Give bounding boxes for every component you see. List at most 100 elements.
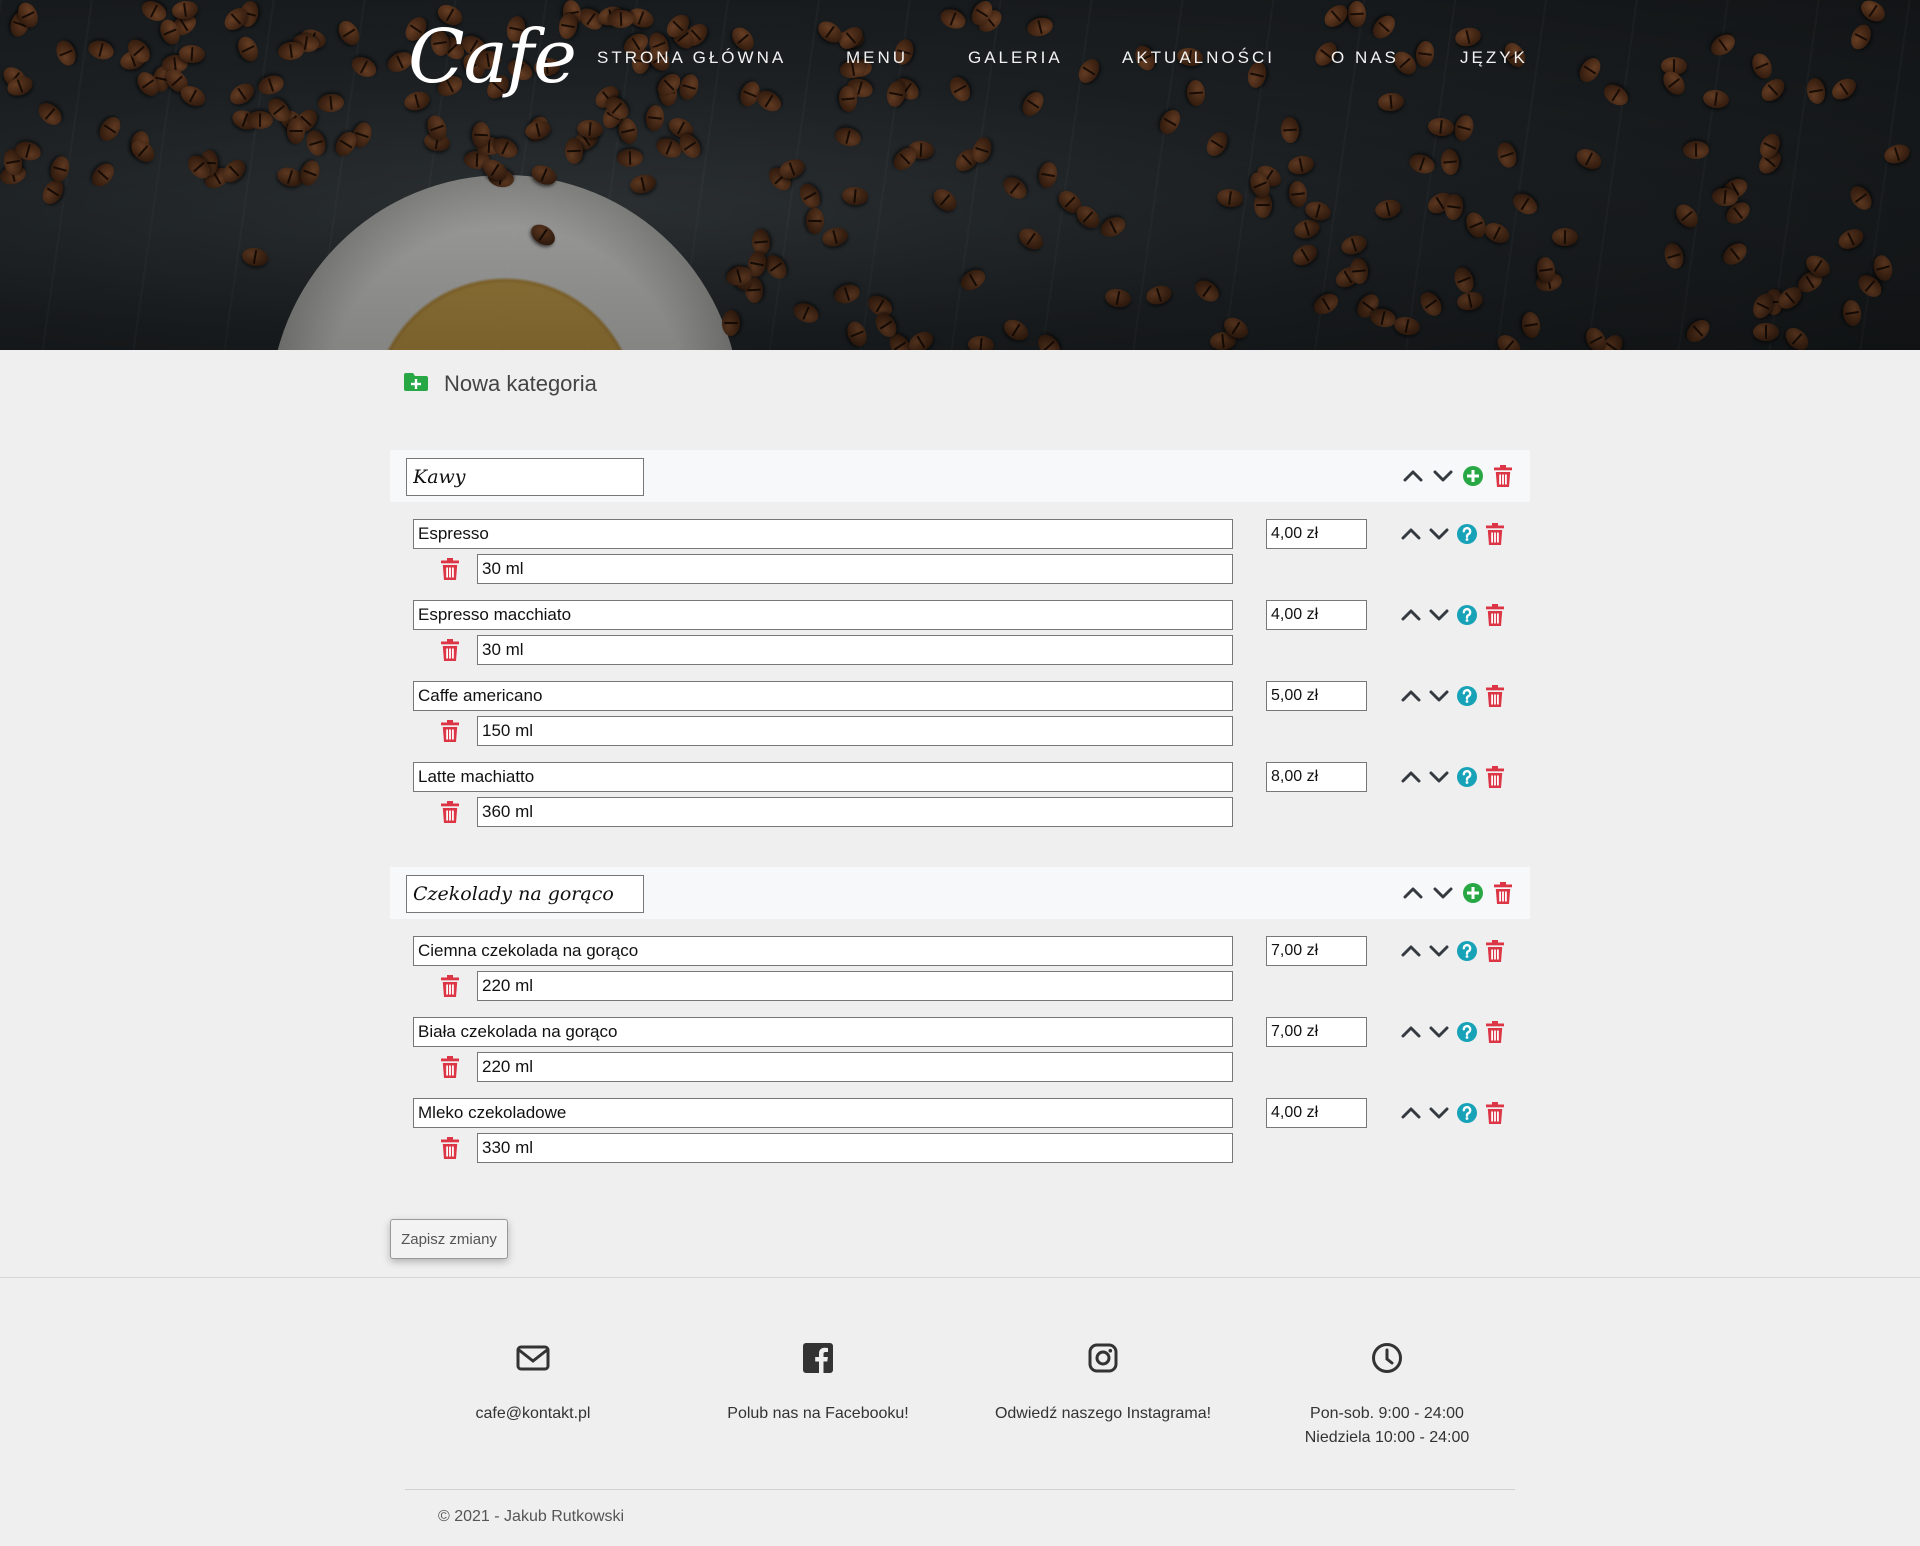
trash-icon[interactable] <box>1482 764 1508 790</box>
chevron-down-icon[interactable] <box>1426 1100 1452 1126</box>
item-description-input[interactable] <box>477 635 1233 665</box>
facebook-icon[interactable] <box>678 1338 958 1378</box>
item-name-input[interactable] <box>413 600 1233 630</box>
trash-icon[interactable] <box>437 1054 463 1080</box>
chevron-up-icon[interactable] <box>1398 1100 1424 1126</box>
item-price-input[interactable] <box>1266 600 1367 630</box>
hours-weekdays: Pon-sob. 9:00 - 24:00 <box>1310 1405 1464 1422</box>
save-changes-button[interactable]: Zapisz zmiany <box>390 1219 508 1259</box>
trash-icon[interactable] <box>1482 521 1508 547</box>
chevron-down-icon[interactable] <box>1426 1019 1452 1045</box>
nav-gallery[interactable]: GALERIA <box>968 48 1063 68</box>
chevron-down-icon[interactable] <box>1426 683 1452 709</box>
hours-sunday: Niedziela 10:00 - 24:00 <box>1304 1429 1470 1446</box>
item-description-input[interactable] <box>477 971 1233 1001</box>
trash-icon[interactable] <box>437 1135 463 1161</box>
trash-icon[interactable] <box>1490 463 1516 489</box>
new-category-button[interactable]: Nowa kategoria <box>404 368 597 400</box>
footer-divider <box>0 1277 1920 1278</box>
nav-about[interactable]: O NAS <box>1331 48 1399 68</box>
trash-icon[interactable] <box>1490 880 1516 906</box>
item-name-input[interactable] <box>413 1017 1233 1047</box>
item-actions <box>1398 521 1508 547</box>
item-name-input[interactable] <box>413 1098 1233 1128</box>
trash-icon[interactable] <box>1482 683 1508 709</box>
item-name-input[interactable] <box>413 762 1233 792</box>
main-nav: STRONA GŁÓWNA MENU GALERIA AKTUALNOŚCI O… <box>0 48 1920 72</box>
copyright: © 2021 - Jakub Rutkowski <box>438 1508 625 1525</box>
item-description-input[interactable] <box>477 716 1233 746</box>
item-price-input[interactable] <box>1266 519 1367 549</box>
trash-icon[interactable] <box>437 973 463 999</box>
instagram-icon[interactable] <box>963 1338 1243 1378</box>
item-actions <box>1398 938 1508 964</box>
nav-menu[interactable]: MENU <box>846 48 908 68</box>
footer-hours-text: Pon-sob. 9:00 - 24:00 Niedziela 10:00 - … <box>1247 1402 1527 1450</box>
chevron-up-icon[interactable] <box>1398 938 1424 964</box>
question-circle-icon[interactable] <box>1454 602 1480 628</box>
chevron-down-icon[interactable] <box>1426 764 1452 790</box>
trash-icon[interactable] <box>437 637 463 663</box>
item-name-input[interactable] <box>413 519 1233 549</box>
nav-language[interactable]: JĘZYK <box>1460 48 1528 68</box>
trash-icon[interactable] <box>437 556 463 582</box>
item-description-input[interactable] <box>477 1052 1233 1082</box>
folder-plus-icon <box>404 372 428 396</box>
item-price-input[interactable] <box>1266 1017 1367 1047</box>
copyright-divider <box>405 1489 1515 1490</box>
category-header <box>390 867 1530 919</box>
chevron-up-icon[interactable] <box>1398 683 1424 709</box>
trash-icon[interactable] <box>1482 1019 1508 1045</box>
item-name-input[interactable] <box>413 681 1233 711</box>
footer-instagram: Odwiedź naszego Instagrama! <box>963 1338 1243 1426</box>
question-circle-icon[interactable] <box>1454 1019 1480 1045</box>
category-header <box>390 450 1530 502</box>
chevron-down-icon[interactable] <box>1426 602 1452 628</box>
item-price-input[interactable] <box>1266 762 1367 792</box>
footer-email-text[interactable]: cafe@kontakt.pl <box>393 1402 673 1426</box>
chevron-up-icon[interactable] <box>1400 463 1426 489</box>
item-price-input[interactable] <box>1266 936 1367 966</box>
new-category-label: Nowa kategoria <box>444 371 597 396</box>
chevron-down-icon[interactable] <box>1430 880 1456 906</box>
trash-icon[interactable] <box>1482 938 1508 964</box>
item-actions <box>1398 602 1508 628</box>
chevron-up-icon[interactable] <box>1398 602 1424 628</box>
plus-circle-icon[interactable] <box>1460 463 1486 489</box>
footer-hours: Pon-sob. 9:00 - 24:00 Niedziela 10:00 - … <box>1247 1338 1527 1450</box>
chevron-up-icon[interactable] <box>1400 880 1426 906</box>
question-circle-icon[interactable] <box>1454 764 1480 790</box>
footer-instagram-text[interactable]: Odwiedź naszego Instagrama! <box>963 1402 1243 1426</box>
trash-icon[interactable] <box>1482 602 1508 628</box>
chevron-down-icon[interactable] <box>1426 521 1452 547</box>
question-circle-icon[interactable] <box>1454 938 1480 964</box>
chevron-up-icon[interactable] <box>1398 1019 1424 1045</box>
trash-icon[interactable] <box>437 718 463 744</box>
question-circle-icon[interactable] <box>1454 521 1480 547</box>
trash-icon[interactable] <box>1482 1100 1508 1126</box>
item-description-input[interactable] <box>477 1133 1233 1163</box>
item-price-input[interactable] <box>1266 1098 1367 1128</box>
trash-icon[interactable] <box>437 799 463 825</box>
nav-news[interactable]: AKTUALNOŚCI <box>1122 48 1275 68</box>
nav-home[interactable]: STRONA GŁÓWNA <box>597 48 786 68</box>
question-circle-icon[interactable] <box>1454 683 1480 709</box>
item-description-input[interactable] <box>477 554 1233 584</box>
chevron-up-icon[interactable] <box>1398 521 1424 547</box>
item-description-input[interactable] <box>477 797 1233 827</box>
chevron-up-icon[interactable] <box>1398 764 1424 790</box>
item-name-input[interactable] <box>413 936 1233 966</box>
chevron-down-icon[interactable] <box>1426 938 1452 964</box>
category-name-input[interactable] <box>406 875 644 913</box>
category-name-input[interactable] <box>406 458 644 496</box>
chevron-down-icon[interactable] <box>1430 463 1456 489</box>
category-actions <box>1400 880 1516 906</box>
hero-banner: Cafe STRONA GŁÓWNA MENU GALERIA AKTUALNO… <box>0 0 1920 350</box>
question-circle-icon[interactable] <box>1454 1100 1480 1126</box>
category-actions <box>1400 463 1516 489</box>
item-actions <box>1398 764 1508 790</box>
footer-facebook-text[interactable]: Polub nas na Facebooku! <box>678 1402 958 1426</box>
footer-email: cafe@kontakt.pl <box>393 1338 673 1426</box>
plus-circle-icon[interactable] <box>1460 880 1486 906</box>
item-price-input[interactable] <box>1266 681 1367 711</box>
